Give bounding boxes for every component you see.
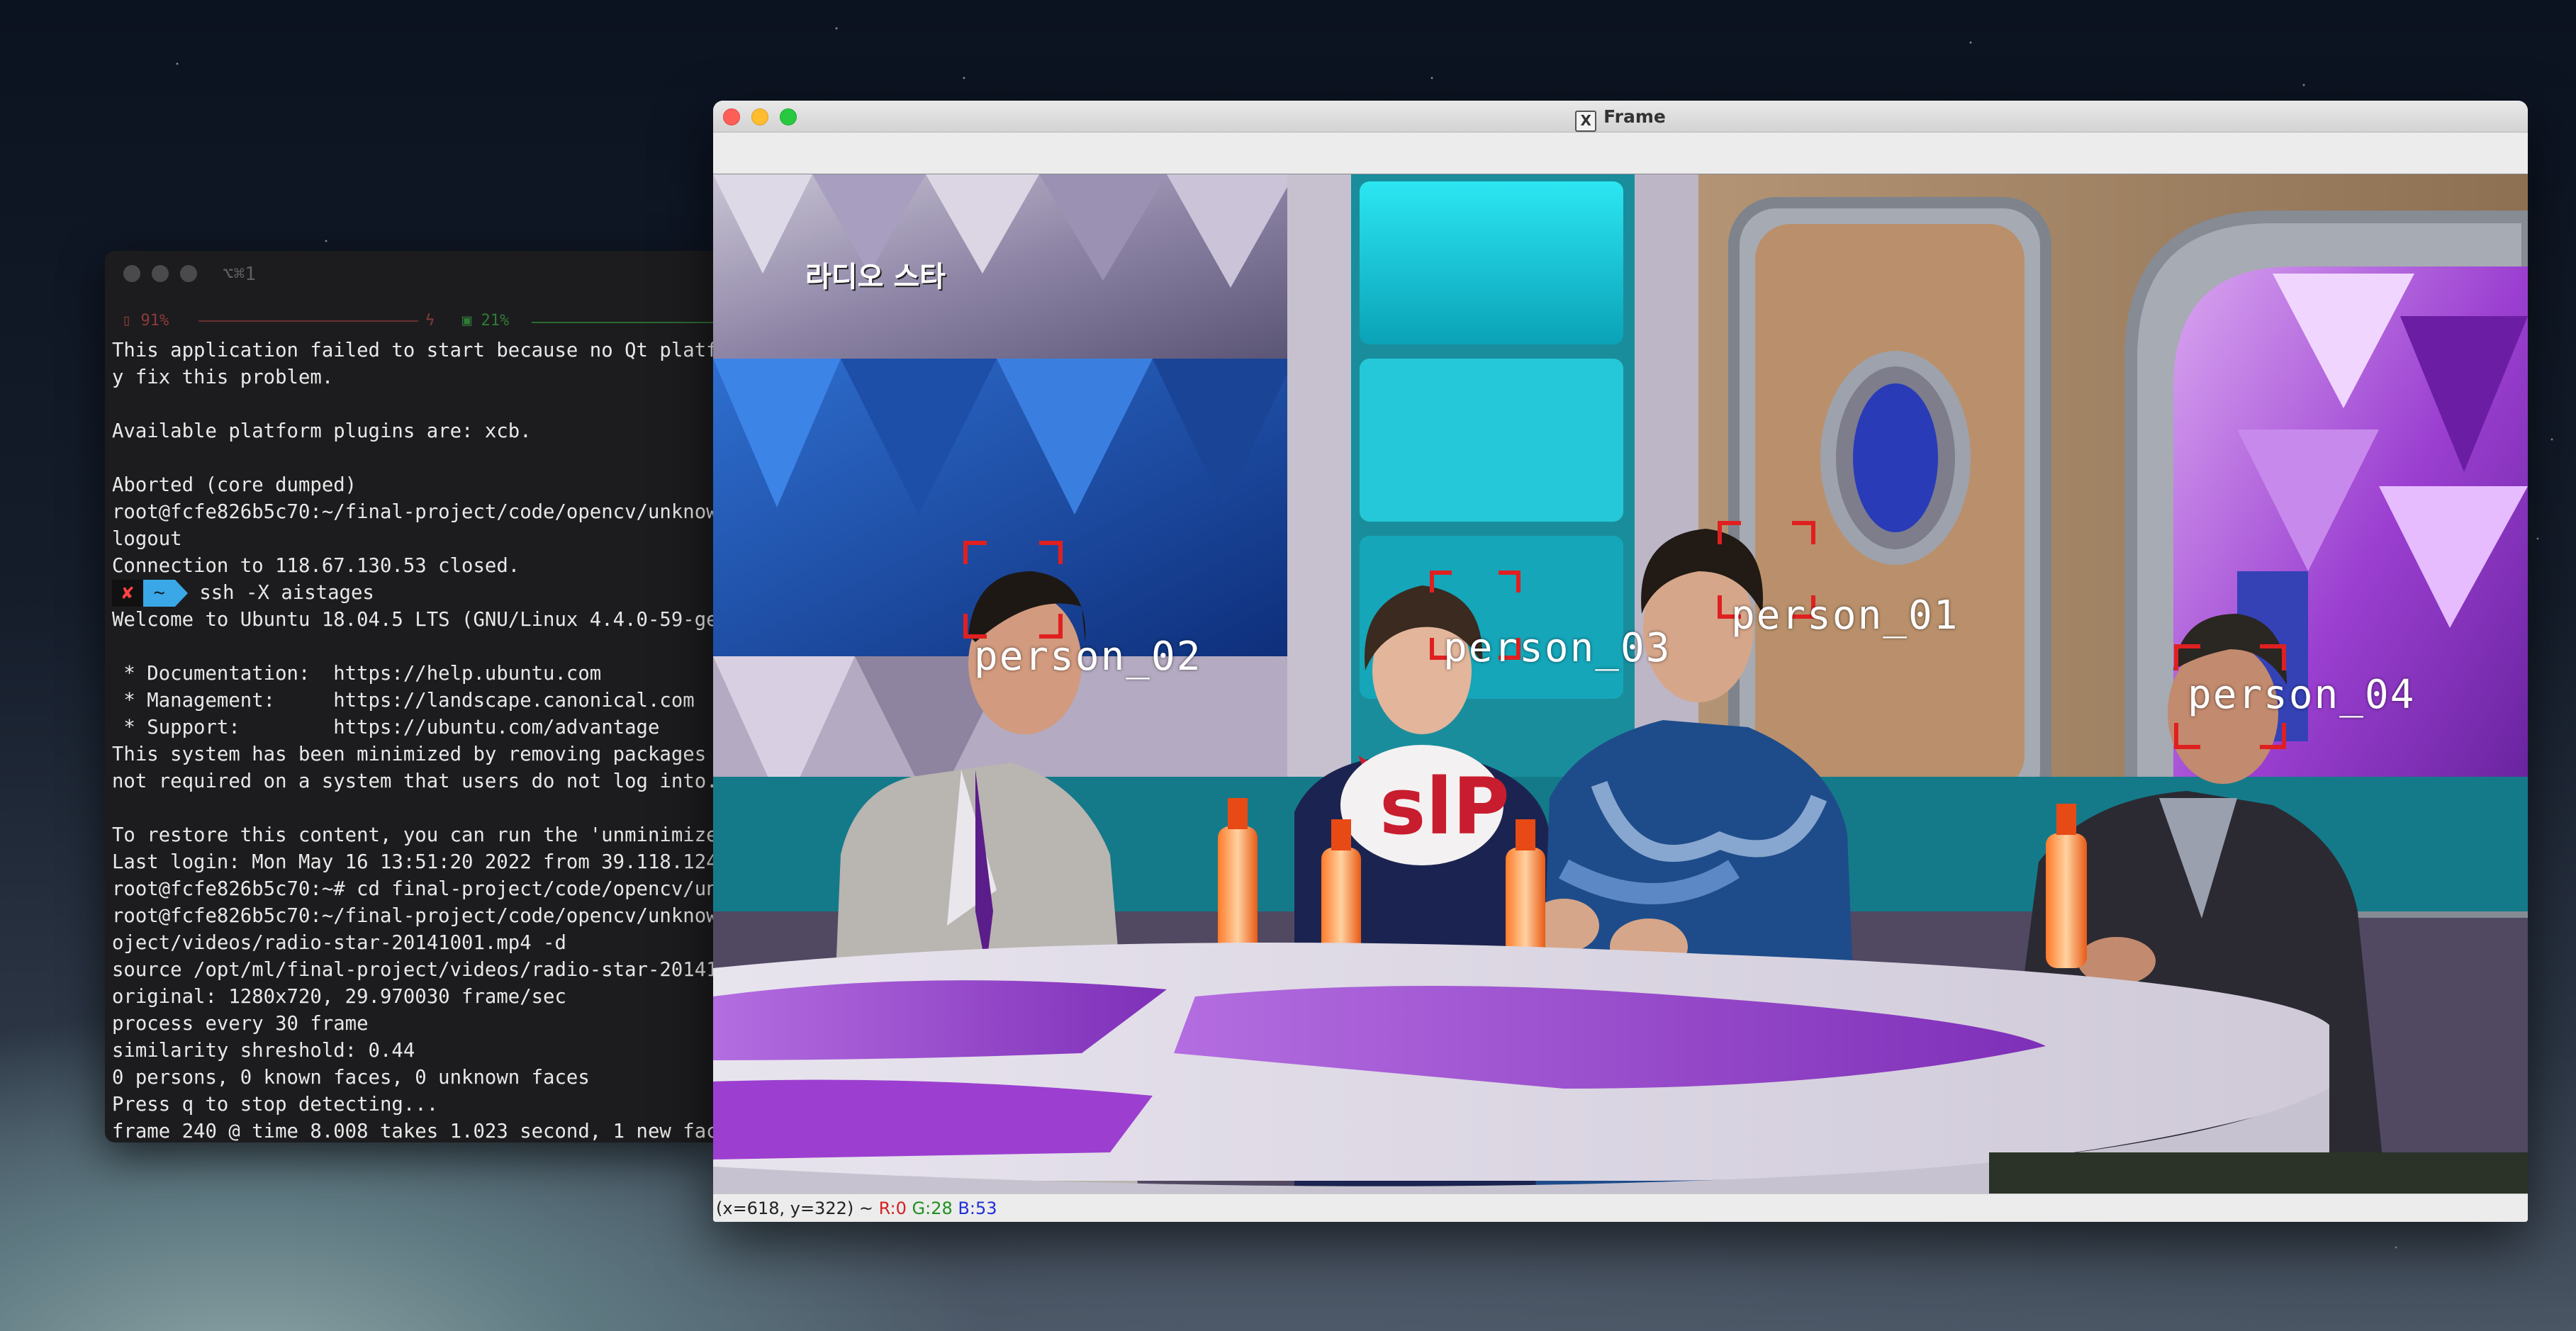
terminal-status-bar: ▯ 91% ϟ ▣ 21% bbox=[116, 312, 715, 335]
terminal-line: Connection to 118.67.130.53 closed. bbox=[112, 555, 520, 577]
terminal-output[interactable]: This application failed to start because… bbox=[112, 337, 715, 1142]
terminal-line: y fix this problem. bbox=[112, 366, 334, 388]
terminal-line: oject/videos/radio-star-20141001.mp4 -d bbox=[112, 932, 566, 954]
terminal-line: This system has been minimized by removi… bbox=[112, 743, 715, 765]
face-label-person-02: person_02 bbox=[974, 634, 1202, 680]
terminal-line: Last login: Mon May 16 13:51:20 2022 fro… bbox=[112, 851, 715, 873]
terminal-line: This application failed to start because… bbox=[112, 339, 715, 361]
frame-titlebar[interactable]: X Frame bbox=[713, 101, 2528, 133]
prompt-directory: ~ bbox=[143, 580, 175, 607]
x11-icon: X bbox=[1575, 111, 1597, 132]
face-box-person-02 bbox=[963, 541, 1063, 639]
terminal-line: root@fcfe826b5c70:~# cd final-project/co… bbox=[112, 878, 715, 900]
battery-percent: 91% bbox=[140, 312, 169, 330]
cpu-status: ▣ 21% bbox=[462, 312, 510, 330]
terminal-titlebar[interactable]: ⌥⌘1 bbox=[105, 251, 715, 296]
terminal-line: source /opt/ml/final-project/videos/radi… bbox=[112, 959, 715, 981]
cpu-percent: 21% bbox=[481, 312, 510, 330]
terminal-line: * Management: https://landscape.canonica… bbox=[112, 690, 695, 712]
terminal-line: To restore this content, you can run the… bbox=[112, 824, 715, 846]
terminal-line: 0 persons, 0 known faces, 0 unknown face… bbox=[112, 1067, 590, 1089]
face-label-person-01: person_01 bbox=[1731, 593, 1959, 639]
pixel-b: B:53 bbox=[958, 1198, 997, 1218]
terminal-line: process every 30 frame bbox=[112, 1013, 369, 1035]
terminal-window[interactable]: ⌥⌘1 ▯ 91% ϟ ▣ 21% This application faile… bbox=[105, 251, 715, 1142]
battery-sparkline bbox=[198, 320, 418, 322]
frame-toolbar bbox=[713, 133, 2528, 176]
frame-title: Frame bbox=[1603, 106, 1666, 127]
frame-title-group: X Frame bbox=[713, 106, 2528, 132]
frame-window[interactable]: X Frame slP 라디오 스타 person_02 person_03 p… bbox=[713, 101, 2528, 1222]
pixel-g: G:28 bbox=[912, 1198, 953, 1218]
terminal-minimize-button[interactable] bbox=[152, 265, 169, 282]
frame-statusbar: (x=618, y=322) ~ R:0 G:28 B:53 bbox=[713, 1194, 2528, 1222]
terminal-prompt-line: ✘ ~ ssh -X aistages bbox=[112, 580, 715, 607]
bolt-icon: ϟ bbox=[425, 312, 435, 330]
terminal-line: similarity shreshold: 0.44 bbox=[112, 1040, 415, 1062]
terminal-line: * Documentation: https://help.ubuntu.com bbox=[112, 663, 602, 685]
terminal-line: not required on a system that users do n… bbox=[112, 770, 715, 792]
terminal-line: root@fcfe826b5c70:~/final-project/code/o… bbox=[112, 501, 715, 523]
video-frame[interactable]: slP 라디오 스타 person_02 person_03 person_01… bbox=[713, 174, 2528, 1194]
terminal-line: Press q to stop detecting... bbox=[112, 1094, 439, 1116]
terminal-line: frame 240 @ time 8.008 takes 1.023 secon… bbox=[112, 1121, 715, 1142]
terminal-line: logout bbox=[112, 528, 182, 550]
terminal-title: ⌥⌘1 bbox=[223, 264, 256, 285]
battery-status: ▯ 91% bbox=[122, 312, 169, 330]
terminal-line: Available platform plugins are: xcb. bbox=[112, 420, 532, 442]
terminal-zoom-button[interactable] bbox=[180, 265, 197, 282]
pixel-r: R:0 bbox=[878, 1198, 907, 1218]
prompt-command: ssh -X aistages bbox=[199, 582, 374, 604]
face-label-person-04: person_04 bbox=[2188, 672, 2416, 718]
cpu-sparkline bbox=[532, 322, 715, 323]
terminal-line: root@fcfe826b5c70:~/final-project/code/o… bbox=[112, 905, 715, 927]
face-label-person-03: person_03 bbox=[1443, 625, 1671, 671]
terminal-line: original: 1280x720, 29.970030 frame/sec bbox=[112, 986, 566, 1008]
terminal-close-button[interactable] bbox=[123, 265, 140, 282]
terminal-line: Aborted (core dumped) bbox=[112, 474, 357, 496]
pixel-coords: (x=618, y=322) ~ bbox=[716, 1198, 879, 1218]
terminal-line: Welcome to Ubuntu 18.04.5 LTS (GNU/Linux… bbox=[112, 609, 715, 631]
terminal-line: * Support: https://ubuntu.com/advantage bbox=[112, 717, 660, 738]
prompt-error-mark: ✘ bbox=[112, 580, 144, 607]
prompt-arrow-icon bbox=[174, 580, 188, 607]
